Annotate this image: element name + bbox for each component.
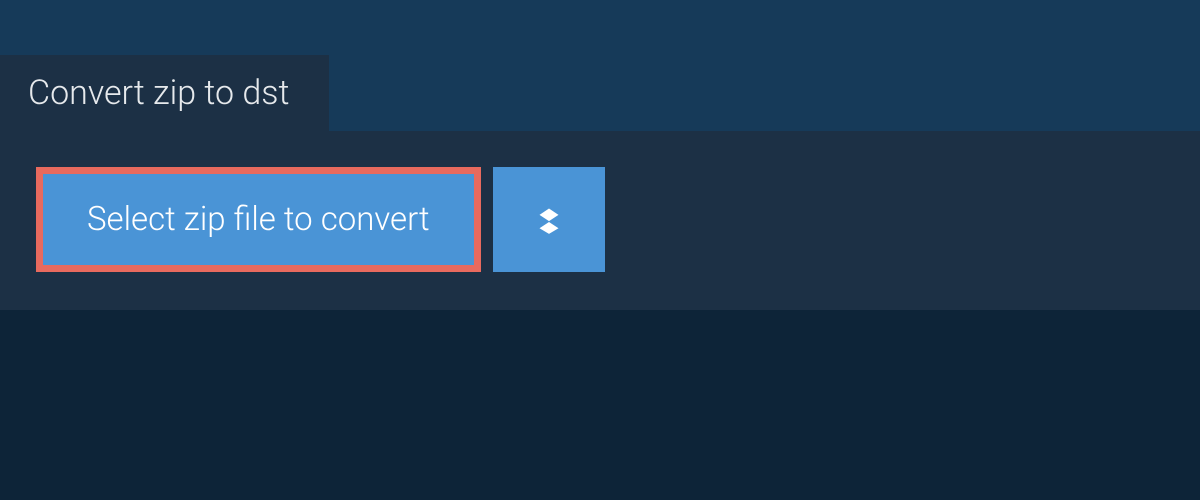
- tab-title: Convert zip to dst: [28, 73, 289, 113]
- dropbox-icon: [530, 199, 568, 241]
- button-row: Select zip file to convert: [36, 167, 1164, 272]
- tab-convert[interactable]: Convert zip to dst: [0, 55, 329, 131]
- select-file-button[interactable]: Select zip file to convert: [36, 167, 481, 272]
- select-file-label: Select zip file to convert: [87, 200, 430, 239]
- converter-panel: Select zip file to convert: [0, 131, 1200, 310]
- tab-bar: Convert zip to dst: [0, 0, 1200, 131]
- dropbox-button[interactable]: [493, 167, 605, 272]
